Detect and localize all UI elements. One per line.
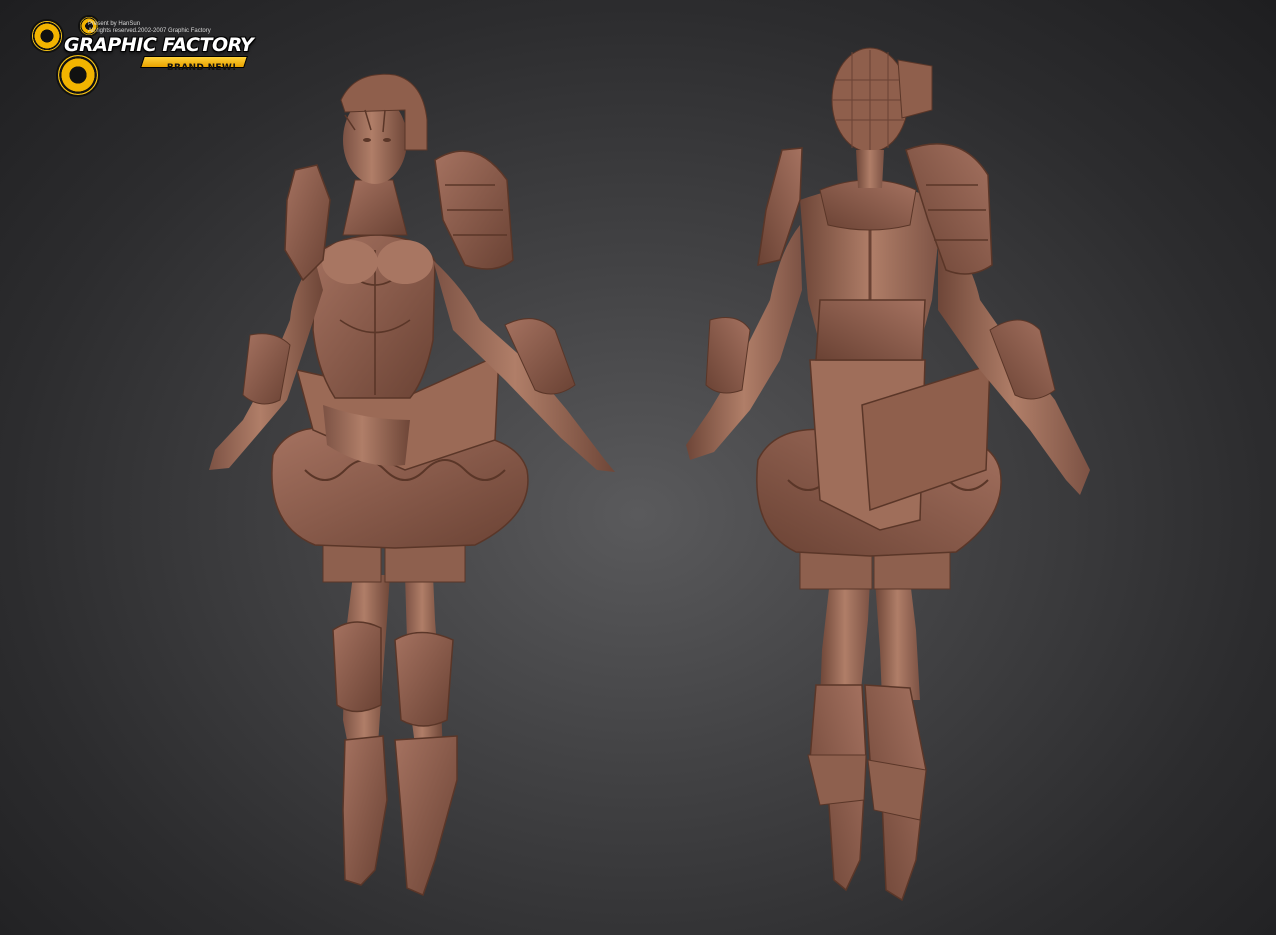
logo-ring-icon bbox=[30, 19, 64, 53]
render-canvas: Present by HanSun All rights reserved.20… bbox=[0, 0, 1276, 935]
character-front-view bbox=[195, 0, 625, 935]
back-sculpt-svg bbox=[686, 47, 1090, 902]
character-back-view bbox=[670, 0, 1110, 935]
credit-text: Present by HanSun bbox=[88, 21, 141, 27]
logo-ring-icon bbox=[56, 53, 100, 97]
front-sculpt-svg bbox=[209, 73, 615, 897]
